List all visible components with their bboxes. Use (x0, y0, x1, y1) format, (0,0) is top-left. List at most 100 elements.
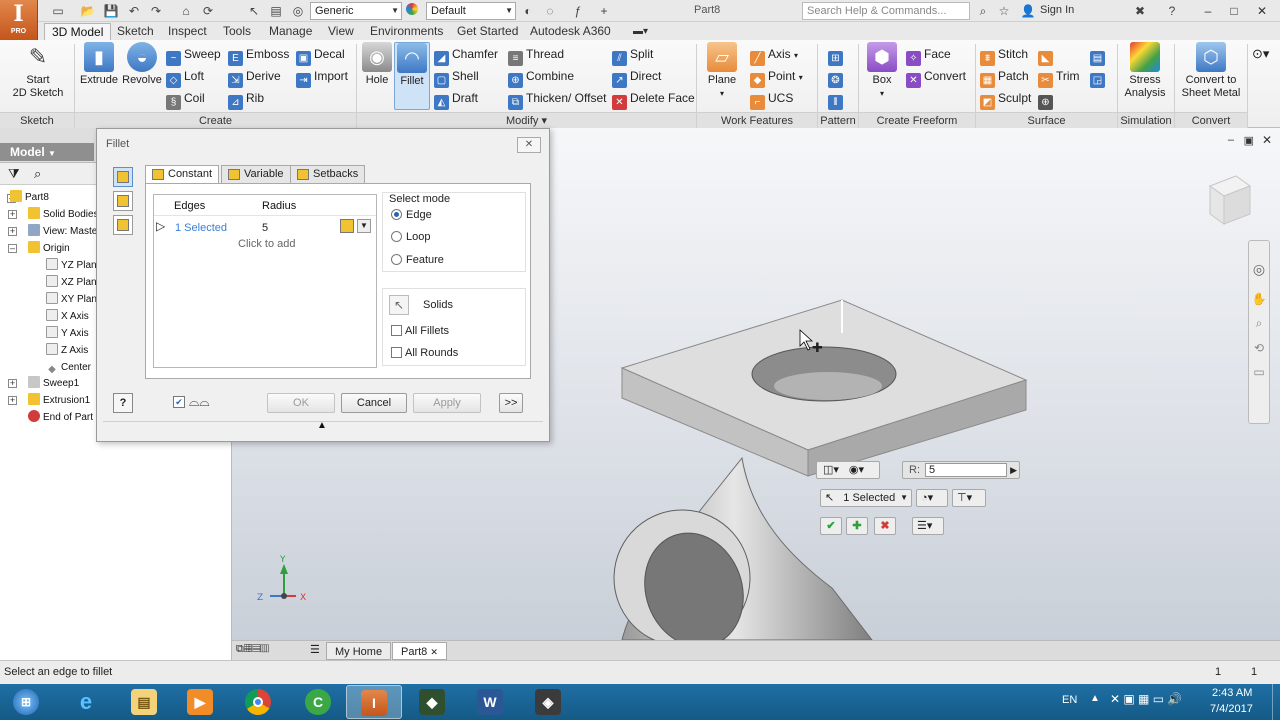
viewport-minimize-button[interactable]: – (1228, 134, 1234, 146)
language-indicator[interactable]: EN (1062, 694, 1077, 706)
tree-item-xy-plane[interactable]: XY Plan (46, 291, 97, 308)
expand-icon[interactable]: + (8, 210, 17, 219)
edges-selected-cell[interactable]: 1 Selected (175, 222, 227, 234)
exchange-icon[interactable]: ✖ (1132, 3, 1148, 19)
material-combo[interactable]: Default ▼ (426, 2, 516, 20)
help-button[interactable]: ? (113, 393, 133, 413)
orbit-icon[interactable]: ⟲ (1249, 341, 1269, 355)
extend-button[interactable]: ⊕ (1038, 88, 1056, 110)
start-2d-sketch-button[interactable]: ✎ Start 2D Sketch (10, 42, 66, 100)
stitch-button[interactable]: ⩩ Stitch (980, 44, 1028, 66)
mode-loop-radio[interactable]: Loop (391, 231, 430, 243)
taskbar-internet-explorer[interactable]: e (58, 685, 114, 719)
emboss-button[interactable]: E Emboss (228, 44, 289, 66)
start-button[interactable]: ⊞ (2, 685, 50, 719)
coil-button[interactable]: § Coil (166, 88, 205, 110)
convert-to-sheet-metal-button[interactable]: ⬡ Convert to Sheet Metal (1178, 42, 1244, 100)
radius-cell[interactable]: 5 (262, 222, 268, 234)
binoculars-icon[interactable]: ⌕ (975, 3, 991, 19)
mini-toolbar-options[interactable]: ⊤▾ (952, 489, 986, 507)
group-label-modify[interactable]: Modify ▾ (357, 112, 696, 128)
fx-icon[interactable]: ƒ (570, 3, 586, 19)
thread-button[interactable]: ≡ Thread (508, 44, 564, 66)
tab-constant[interactable]: Constant (145, 165, 220, 185)
measure-icon[interactable]: ◎ (290, 3, 306, 19)
edge-radius-table[interactable]: Edges Radius ▷ 1 Selected 5 ▼ Click to a… (153, 194, 377, 368)
split-button[interactable]: ⫽ Split (612, 44, 653, 66)
adjust-icon[interactable]: ◐ (520, 3, 536, 19)
edge-fillet-mode-button[interactable] (113, 167, 133, 187)
viewcube[interactable] (1208, 175, 1252, 225)
tab-manage[interactable]: Manage (262, 23, 319, 40)
chevron-down-icon[interactable]: ▼ (357, 219, 371, 233)
tree-item-part[interactable]: Part8 (10, 189, 49, 206)
solids-select-button[interactable]: ↖ (389, 295, 409, 315)
tree-item-sweep1[interactable]: Sweep1 (28, 375, 79, 392)
document-menu-icon[interactable]: ☰ (310, 643, 320, 656)
plane-button[interactable]: ▱ Plane ▾ (702, 42, 742, 100)
taskbar-camtasia[interactable]: C (290, 685, 346, 719)
expand-dialog-icon[interactable]: ▲ (317, 420, 327, 431)
direct-button[interactable]: ↗ Direct (612, 66, 661, 88)
close-button[interactable]: ✕ (1252, 2, 1272, 20)
fillet-button[interactable]: ◠ Fillet (394, 42, 430, 110)
undo-icon[interactable]: ↶ (126, 3, 142, 19)
chamfer-button[interactable]: ◢ Chamfer (434, 44, 498, 66)
tab-variable[interactable]: Variable (221, 165, 291, 184)
trim-button[interactable]: ✂ Trim (1038, 66, 1080, 88)
box-button[interactable]: ⬢ Box ▾ (864, 42, 900, 100)
collapse-icon[interactable]: – (8, 244, 17, 253)
tree-item-xz-plane[interactable]: XZ Plan (46, 274, 97, 291)
cancel-button[interactable]: Cancel (341, 393, 407, 413)
preview-checkbox[interactable]: ✔ (173, 396, 185, 408)
more-options-button[interactable]: >> (499, 393, 523, 413)
save-icon[interactable]: 💾 (103, 3, 119, 19)
minimize-button[interactable]: – (1198, 2, 1218, 20)
tree-item-yz-plane[interactable]: YZ Plan (46, 257, 97, 274)
taskbar-file-explorer[interactable]: ▤ (116, 685, 172, 719)
tab-setbacks[interactable]: Setbacks (290, 165, 366, 184)
taskbar-word[interactable]: W (462, 685, 518, 719)
plus-icon[interactable]: + (596, 3, 612, 19)
mini-cancel-button[interactable]: ✖ (874, 517, 896, 535)
rib-button[interactable]: ⊿ Rib (228, 88, 264, 110)
find-icon[interactable]: ⌕ (34, 166, 41, 182)
ribbon-options-icon[interactable]: ▬▾ (626, 23, 655, 40)
mini-toolbar-setback[interactable]: ◔▾ (916, 489, 948, 507)
properties-icon[interactable]: ▤ (268, 3, 284, 19)
fillet-type-icon[interactable] (340, 219, 354, 233)
mode-feature-radio[interactable]: Feature (391, 254, 444, 266)
tab-view[interactable]: View (321, 23, 361, 40)
new-icon[interactable]: ▭ (50, 3, 66, 19)
radius-input[interactable]: 5 (925, 463, 1007, 477)
filter-icon[interactable]: ⧩ (8, 166, 20, 182)
tree-item-extrusion1[interactable]: Extrusion1 (28, 392, 90, 409)
dialog-close-button[interactable]: ✕ (517, 137, 541, 153)
expand-icon[interactable]: + (8, 379, 17, 388)
close-icon[interactable]: ✕ (430, 647, 438, 657)
full-round-fillet-mode-button[interactable] (113, 215, 133, 235)
taskbar-app-green[interactable]: ◆ (404, 685, 460, 719)
axis-button[interactable]: ╱ Axis ▾ (750, 44, 798, 66)
tab-sketch[interactable]: Sketch (110, 23, 161, 40)
stress-analysis-button[interactable]: Stress Analysis (1120, 42, 1170, 100)
taskbar-chrome[interactable] (230, 685, 286, 719)
repair-bodies-button[interactable]: ◲ (1090, 66, 1108, 88)
derive-button[interactable]: ⇲ Derive (228, 66, 281, 88)
select-icon[interactable]: ↖ (246, 3, 262, 19)
all-fillets-checkbox[interactable]: All Fillets (391, 325, 449, 337)
thicken-offset-button[interactable]: ⧉ Thicken/ Offset (508, 88, 606, 110)
tab-get-started[interactable]: Get Started (450, 23, 525, 40)
tree-item-z-axis[interactable]: Z Axis (46, 342, 88, 359)
tile-windows-icon[interactable]: ⧉▦▤▥ (236, 643, 269, 656)
ribbon-more-icon[interactable]: ⊙▾ (1252, 44, 1269, 64)
taskbar-app-cad[interactable]: ◈ (520, 685, 576, 719)
ucs-button[interactable]: ⌐ UCS (750, 88, 793, 110)
ok-button[interactable]: OK (267, 393, 335, 413)
open-icon[interactable]: 📂 (80, 3, 96, 19)
patch-button[interactable]: ▦ Patch (980, 66, 1029, 88)
tree-item-end-of-part[interactable]: End of Part (28, 409, 93, 426)
tree-item-solid-bodies[interactable]: Solid Bodies (28, 206, 99, 223)
viewport-close-button[interactable]: ✕ (1262, 133, 1272, 147)
click-to-add-row[interactable]: Click to add (238, 238, 295, 250)
